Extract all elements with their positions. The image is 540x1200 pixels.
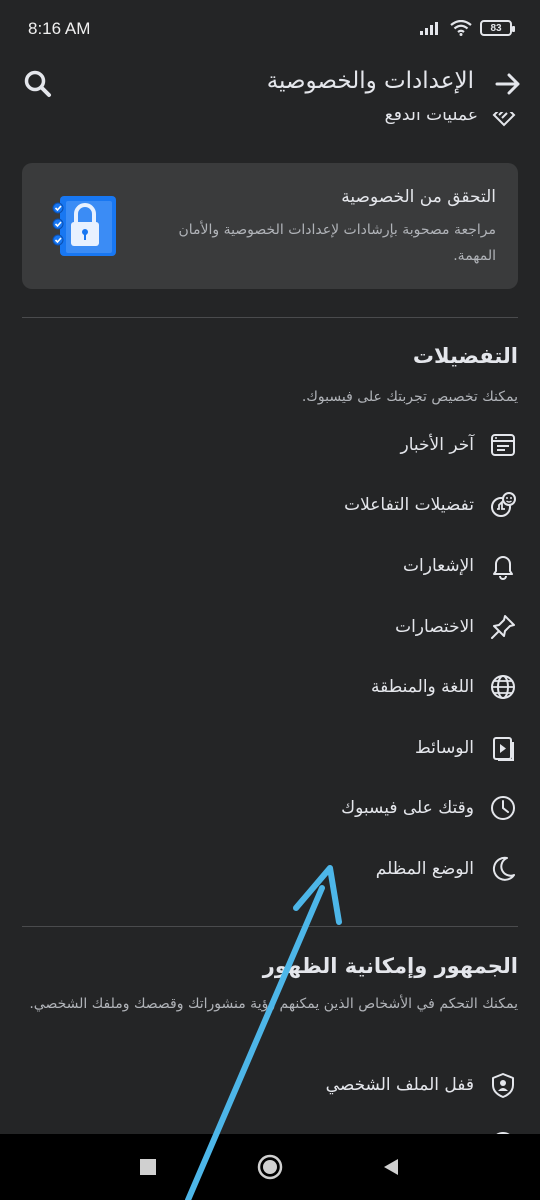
list-item-label: الإشعارات	[403, 556, 474, 576]
list-item-label: وقتك على فيسبوك	[341, 798, 474, 818]
battery-icon: 83	[480, 20, 515, 36]
settings-list[interactable]: عمليات الدفع التحقق من الخصوصية مراجعة م…	[0, 112, 540, 1134]
clock-icon	[491, 796, 515, 820]
list-item-your-time[interactable]: وقتك على فيسبوك	[341, 786, 518, 830]
news-feed-icon	[491, 434, 515, 456]
status-bar: 8:16 AM 83	[0, 0, 540, 56]
list-item-news-feed[interactable]: آخر الأخبار	[401, 423, 518, 467]
reactions-icon	[491, 492, 516, 517]
section-subtitle-audience: يمكنك التحكم في الأشخاص الذين يمكنهم رؤي…	[29, 996, 518, 1012]
list-item-payments[interactable]: عمليات الدفع	[385, 112, 518, 130]
list-item-partial[interactable]	[488, 1122, 518, 1134]
list-item-media[interactable]: الوسائط	[415, 726, 518, 770]
bell-icon	[493, 556, 513, 580]
wifi-icon	[450, 20, 472, 36]
status-time: 8:16 AM	[28, 19, 91, 38]
app-bar: الإعدادات والخصوصية	[0, 56, 540, 112]
payments-icon	[492, 112, 516, 127]
list-item-shortcuts[interactable]: الاختصارات	[395, 605, 518, 649]
back-nav-button[interactable]	[376, 1152, 406, 1182]
search-icon	[24, 70, 51, 97]
recents-button[interactable]	[133, 1152, 163, 1182]
signal-icon	[420, 22, 438, 35]
list-item-label: الاختصارات	[395, 617, 474, 637]
profile-lock-icon	[492, 1073, 514, 1098]
divider	[22, 926, 518, 927]
back-button[interactable]	[490, 66, 526, 102]
list-item-label: الوضع المظلم	[375, 859, 474, 879]
list-item-reaction-preferences[interactable]: تفضيلات التفاعلات	[344, 483, 518, 527]
list-item-label: الوسائط	[415, 738, 474, 758]
square-icon	[140, 1159, 156, 1175]
arrow-right-icon	[495, 73, 520, 95]
media-icon	[493, 737, 514, 761]
section-heading-audience: الجمهور وإمكانية الظهور	[262, 954, 518, 978]
list-item-language-region[interactable]: اللغة والمنطقة	[371, 665, 518, 709]
list-item-label: اللغة والمنطقة	[371, 677, 474, 697]
divider	[22, 317, 518, 318]
page-title: الإعدادات والخصوصية	[266, 68, 474, 94]
list-item-label: تفضيلات التفاعلات	[344, 495, 474, 515]
card-description: مراجعة مصحوبة بإرشادات لإعدادات الخصوصية…	[178, 222, 496, 264]
status-icons: 83	[420, 20, 515, 36]
battery-level: 83	[490, 22, 502, 34]
system-navigation-bar	[0, 1134, 540, 1200]
moon-icon	[492, 856, 515, 881]
search-button[interactable]	[20, 66, 56, 102]
list-item-notifications[interactable]: الإشعارات	[403, 544, 518, 588]
section-subtitle-preferences: يمكنك تخصيص تجربتك على فيسبوك.	[301, 389, 518, 405]
card-title: التحقق من الخصوصية	[341, 187, 496, 207]
section-heading-preferences: التفضيلات	[412, 344, 518, 368]
list-item-label: قفل الملف الشخصي	[325, 1075, 474, 1095]
list-item-label: عمليات الدفع	[384, 112, 478, 125]
privacy-lock-illustration	[52, 196, 116, 256]
privacy-checkup-card[interactable]: التحقق من الخصوصية مراجعة مصحوبة بإرشادا…	[22, 163, 518, 289]
pin-icon	[491, 615, 515, 639]
list-item-label: آخر الأخبار	[400, 435, 474, 455]
globe-icon	[491, 675, 515, 699]
home-button[interactable]	[255, 1152, 285, 1182]
triangle-back-icon	[384, 1159, 398, 1175]
list-item-profile-lock[interactable]: قفل الملف الشخصي	[326, 1063, 518, 1107]
home-circle-icon	[257, 1154, 283, 1180]
list-item-dark-mode[interactable]: الوضع المظلم	[376, 847, 518, 891]
